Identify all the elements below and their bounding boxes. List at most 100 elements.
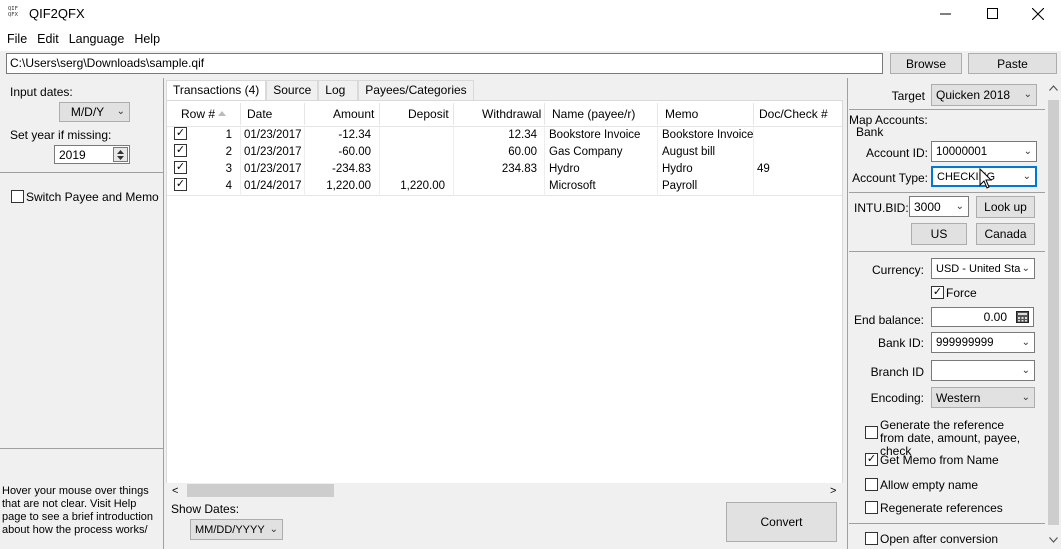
cell-withdrawal: 234.83	[501, 163, 537, 175]
menu-bar: File Edit Language Help	[0, 27, 1061, 51]
minimize-button[interactable]	[922, 0, 968, 27]
tab-log[interactable]: Log	[318, 80, 359, 100]
scroll-up-icon[interactable]	[1049, 85, 1058, 91]
divider	[849, 109, 1045, 110]
left-divider	[0, 172, 163, 173]
menu-help[interactable]: Help	[129, 32, 165, 46]
generate-reference-checkbox[interactable]	[865, 426, 878, 439]
spinner-arrows-icon[interactable]	[113, 147, 128, 162]
bank-id-label: Bank ID:	[877, 336, 924, 350]
file-path-input[interactable]: C:\Users\serg\Downloads\sample.qif	[6, 53, 883, 74]
chevron-down-icon: ⌄	[1023, 88, 1032, 100]
regenerate-references-checkbox[interactable]	[865, 501, 878, 514]
year-spinner[interactable]: 2019	[54, 145, 130, 164]
table-row[interactable]: ✓ 1 01/23/2017 -12.34 12.34 Bookstore In…	[167, 127, 842, 144]
lookup-button[interactable]: Look up	[976, 196, 1035, 218]
set-year-label: Set year if missing:	[10, 128, 112, 142]
show-dates-select[interactable]: MM/DD/YYYY ⌄	[190, 519, 283, 540]
cell-memo: Payroll	[662, 180, 698, 192]
col-name[interactable]: Name (payee/r)	[552, 107, 635, 121]
table-row[interactable]: ✓ 4 01/24/2017 1,220.00 1,220.00 Microso…	[167, 178, 842, 195]
right-panel-border	[847, 78, 848, 549]
left-divider-2	[0, 448, 163, 449]
switch-payee-memo-checkbox[interactable]	[11, 190, 24, 203]
paste-button[interactable]: Paste	[968, 53, 1057, 74]
tab-source[interactable]: Source	[266, 80, 319, 100]
col-withdrawal[interactable]: Withdrawal	[482, 107, 541, 121]
target-select[interactable]: Quicken 2018 ⌄	[931, 84, 1037, 106]
menu-edit[interactable]: Edit	[32, 32, 64, 46]
open-after-conversion-checkbox[interactable]	[865, 532, 878, 545]
maximize-button[interactable]	[969, 0, 1015, 27]
divider	[849, 192, 1045, 193]
account-id-label: Account ID:	[865, 146, 928, 160]
chevron-down-icon: ⌄	[1021, 364, 1030, 376]
cell-doc: 49	[757, 163, 770, 175]
cell-name: Gas Company	[549, 146, 623, 158]
col-memo[interactable]: Memo	[665, 107, 698, 121]
cell-amount: -12.34	[338, 129, 371, 141]
chevron-down-icon: ⌄	[1021, 336, 1030, 348]
force-label: Force	[946, 286, 977, 300]
close-button[interactable]	[1015, 0, 1061, 27]
currency-label: Currency:	[871, 263, 924, 277]
row-select-checkbox[interactable]: ✓	[174, 127, 187, 140]
horizontal-scroll-thumb[interactable]	[187, 484, 334, 497]
get-memo-label: Get Memo from Name	[880, 453, 999, 467]
bank-id-select[interactable]: 999999999 ⌄	[931, 332, 1035, 353]
col-deposit[interactable]: Deposit	[408, 107, 449, 121]
calculator-icon[interactable]	[1016, 311, 1029, 323]
open-after-conversion-label: Open after conversion	[880, 532, 999, 546]
scroll-left-icon[interactable]: <	[172, 485, 178, 497]
cell-row: 3	[225, 163, 232, 175]
menu-language[interactable]: Language	[64, 32, 130, 46]
cell-amount: 1,220.00	[326, 180, 371, 192]
col-date[interactable]: Date	[247, 107, 272, 121]
table-row[interactable]: ✓ 2 01/23/2017 -60.00 60.00 Gas Company …	[167, 144, 842, 161]
convert-button[interactable]: Convert	[726, 502, 837, 542]
row-select-checkbox[interactable]: ✓	[174, 144, 187, 157]
close-icon	[1032, 7, 1044, 20]
input-dates-select[interactable]: M/D/Y ⌄	[59, 102, 130, 122]
tab-payees-categories[interactable]: Payees/Categories	[358, 80, 474, 100]
chevron-down-icon: ⌄	[955, 200, 964, 212]
intu-bid-select[interactable]: 3000 ⌄	[909, 196, 969, 217]
row-select-checkbox[interactable]: ✓	[174, 161, 187, 174]
col-row[interactable]: Row #	[181, 107, 215, 121]
cell-memo: August bill	[662, 146, 716, 158]
input-dates-label: Input dates:	[10, 85, 73, 99]
end-balance-input[interactable]: 0.00	[931, 307, 1034, 327]
get-memo-checkbox[interactable]: ✓	[865, 453, 878, 466]
force-checkbox[interactable]: ✓	[931, 286, 944, 299]
cell-name: Hydro	[549, 163, 580, 175]
col-doc-check[interactable]: Doc/Check #	[759, 107, 828, 121]
allow-empty-name-checkbox[interactable]	[865, 478, 878, 491]
help-hint-text: Hover your mouse over things that are no…	[2, 485, 154, 536]
cell-amount: -234.83	[331, 163, 371, 175]
vertical-scroll-thumb[interactable]	[1048, 100, 1059, 525]
scroll-right-icon[interactable]: >	[830, 485, 836, 497]
branch-id-select[interactable]: ⌄	[931, 360, 1035, 381]
branch-id-label: Branch ID	[870, 365, 924, 379]
account-id-select[interactable]: 10000001 ⌄	[931, 141, 1037, 162]
cell-row: 2	[225, 146, 232, 158]
sort-asc-icon	[218, 111, 226, 116]
col-amount[interactable]: Amount	[333, 107, 374, 121]
tab-transactions[interactable]: Transactions (4)	[166, 80, 267, 101]
cell-withdrawal: 60.00	[508, 146, 537, 158]
encoding-select[interactable]: Western ⌄	[931, 387, 1035, 408]
cell-row: 1	[225, 129, 232, 141]
cell-withdrawal: 12.34	[508, 129, 537, 141]
browse-button[interactable]: Browse	[890, 53, 962, 74]
us-button[interactable]: US	[911, 223, 967, 245]
menu-file[interactable]: File	[2, 32, 32, 46]
table-row[interactable]: ✓ 3 01/23/2017 -234.83 234.83 Hydro Hydr…	[167, 161, 842, 178]
currency-select[interactable]: USD - United Sta ⌄	[931, 258, 1035, 279]
account-type-label: Account Type:	[852, 171, 928, 185]
transactions-table: Row # Date Amount Deposit Withdrawal Nam…	[166, 100, 843, 484]
row-select-checkbox[interactable]: ✓	[174, 178, 187, 191]
canada-button[interactable]: Canada	[976, 223, 1035, 245]
scroll-down-icon[interactable]	[1049, 537, 1058, 543]
cell-name: Microsoft	[549, 180, 596, 192]
cell-row: 4	[225, 180, 232, 192]
